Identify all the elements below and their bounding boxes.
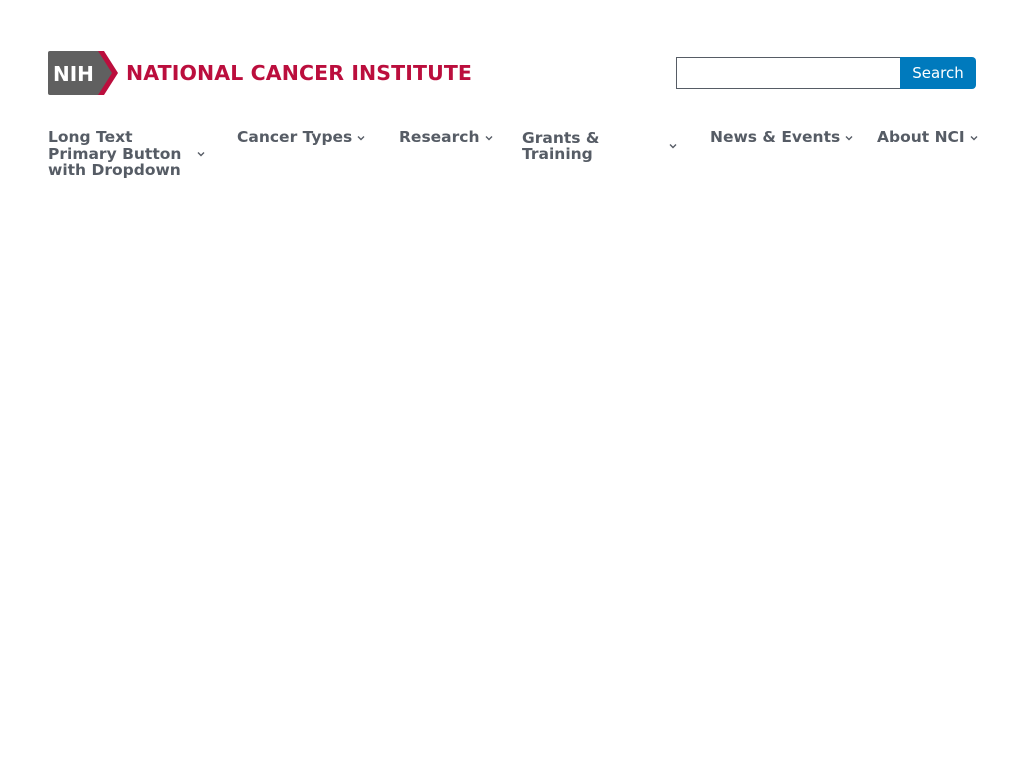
site-header: NIH NATIONAL CANCER INSTITUTE Search Lon… — [0, 0, 1024, 200]
chevron-down-icon — [196, 149, 206, 159]
nav-item-label: News & Events — [710, 128, 841, 147]
search-form: Search — [676, 57, 976, 89]
main-nav: Long Text Primary Button with Dropdown C… — [0, 129, 1024, 189]
nav-item-cancer-types[interactable]: Cancer Types — [237, 129, 366, 146]
nav-item-long-text[interactable]: Long Text Primary Button with Dropdown — [48, 129, 208, 179]
chevron-down-icon — [356, 133, 366, 143]
nav-item-about-nci[interactable]: About NCI — [877, 129, 979, 146]
nih-badge-text: NIH — [53, 62, 94, 86]
nih-logo-badge: NIH — [48, 51, 118, 95]
nav-item-label: Long Text Primary Button with Dropdown — [48, 128, 182, 180]
chevron-down-icon — [668, 141, 678, 151]
nav-item-news-events[interactable]: News & Events — [710, 129, 854, 146]
nci-logo-link[interactable]: NIH NATIONAL CANCER INSTITUTE — [48, 51, 472, 95]
nav-item-label: Cancer Types — [237, 128, 353, 147]
chevron-down-icon — [484, 133, 494, 143]
chevron-down-icon — [844, 133, 854, 143]
nav-item-label: About NCI — [877, 128, 965, 147]
chevron-down-icon — [969, 133, 979, 143]
search-input[interactable] — [676, 57, 900, 89]
nav-item-label: Grants & Training — [522, 128, 600, 163]
search-button[interactable]: Search — [900, 57, 976, 89]
nav-item-research[interactable]: Research — [399, 129, 494, 146]
site-name: NATIONAL CANCER INSTITUTE — [126, 61, 473, 85]
nav-item-label: Research — [399, 128, 480, 147]
nav-item-grants-training[interactable]: Grants & Training — [522, 129, 680, 163]
